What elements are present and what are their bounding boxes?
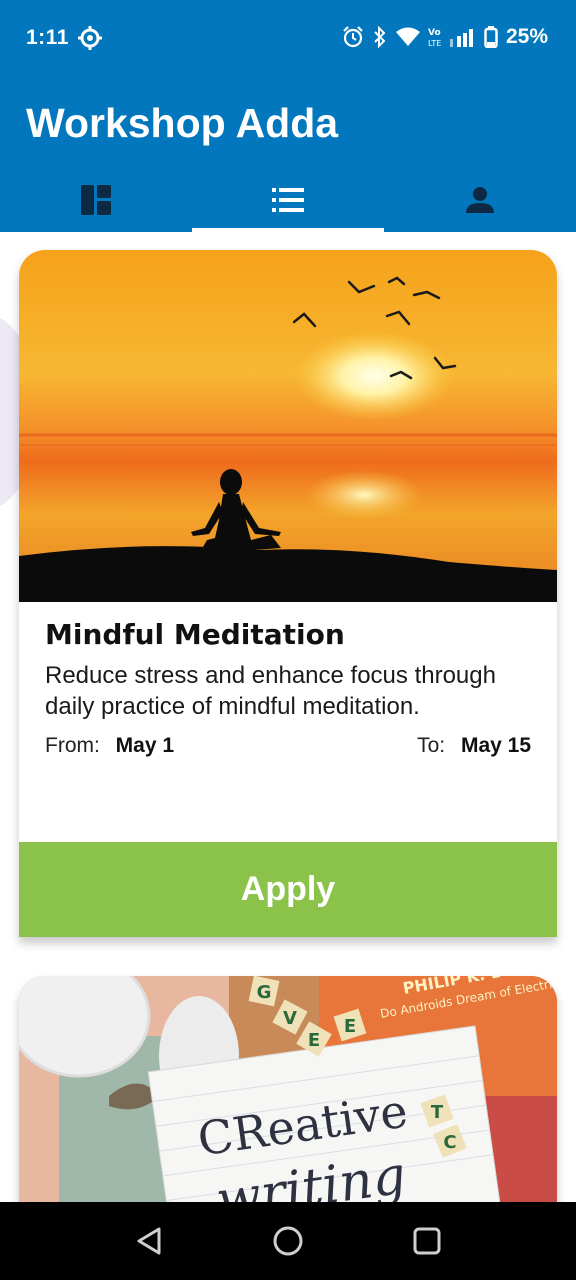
apply-button[interactable]: Apply (19, 842, 557, 937)
workshop-description: Reduce stress and enhance focus through … (45, 662, 496, 720)
recents-icon (413, 1227, 441, 1255)
tile-e2: E (344, 1016, 356, 1037)
system-nav-bar (0, 1202, 576, 1280)
nav-back-button[interactable] (119, 1211, 179, 1271)
nav-recents-button[interactable] (397, 1211, 457, 1271)
tab-profile[interactable] (384, 168, 576, 232)
tab-bar (0, 168, 576, 232)
status-bar: 1:11 Vo LTE 25% (0, 0, 576, 78)
wifi-icon (395, 27, 420, 46)
tile-c: C (443, 1132, 456, 1153)
workshop-title: Mindful Meditation (45, 618, 345, 651)
battery-percentage: 25% (505, 25, 548, 48)
app-bar: Workshop Adda (0, 78, 576, 232)
date-row: From: May 1 To: May 15 (45, 734, 531, 758)
to-value: May 15 (460, 734, 531, 757)
from-date: From: May 1 (45, 734, 174, 758)
tab-dashboard[interactable] (0, 168, 192, 232)
list-icon (272, 188, 304, 212)
home-icon (273, 1226, 303, 1256)
tile-g: G (257, 982, 272, 1003)
bluetooth-icon (374, 26, 386, 48)
tile-e1: E (308, 1030, 320, 1051)
creative-writing-image: PHILIP K. DICK Do Androids Dream of Elec… (19, 976, 557, 1202)
workshop-card[interactable]: PHILIP K. DICK Do Androids Dream of Elec… (19, 976, 557, 1202)
from-label: From: (45, 734, 100, 757)
workshop-card[interactable]: Mindful Meditation Reduce stress and enh… (19, 250, 557, 937)
volte-icon: Vo LTE (428, 28, 441, 48)
alarm-icon (343, 26, 363, 48)
workshop-list[interactable]: Mindful Meditation Reduce stress and enh… (0, 232, 576, 1202)
tile-t: T (431, 1102, 444, 1123)
tab-list[interactable] (192, 168, 384, 232)
svg-text:LTE: LTE (428, 39, 441, 48)
svg-text:Vo: Vo (428, 28, 441, 38)
status-time: 1:11 (26, 26, 69, 49)
from-value: May 1 (115, 734, 175, 757)
dashboard-icon (81, 185, 111, 215)
back-icon (137, 1227, 161, 1255)
battery-icon (484, 26, 498, 48)
app-title: Workshop Adda (26, 100, 339, 146)
to-date: To: May 15 (417, 734, 531, 758)
nav-home-button[interactable] (258, 1211, 318, 1271)
tile-v: V (283, 1008, 297, 1029)
meditation-sunset-image (19, 250, 557, 602)
person-icon (466, 187, 494, 213)
gear-icon (78, 26, 102, 50)
signal-icon (449, 29, 473, 47)
to-label: To: (417, 734, 446, 757)
card-body: Mindful Meditation Reduce stress and enh… (19, 602, 557, 842)
